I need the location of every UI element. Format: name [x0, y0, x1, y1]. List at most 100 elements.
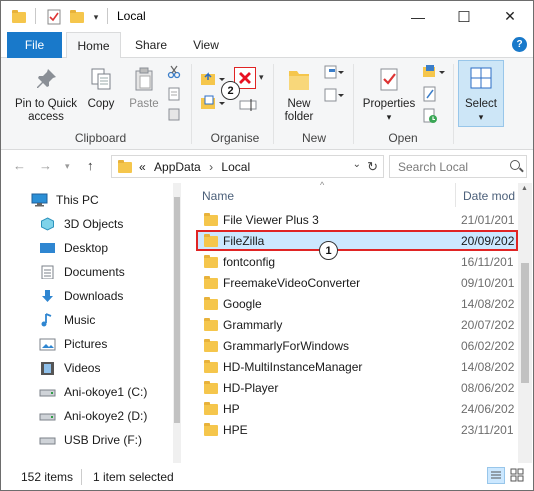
tab-file[interactable]: File [7, 32, 62, 58]
nav-pane-scrollbar[interactable] [173, 183, 181, 463]
breadcrumb-local[interactable]: Local [221, 160, 250, 174]
properties-quick-access-icon[interactable] [45, 8, 63, 26]
selection-count: 1 item selected [93, 470, 174, 484]
delete-dropdown-icon[interactable]: ▾ [259, 72, 264, 83]
folder-icon [204, 297, 218, 310]
downloads-icon [39, 289, 56, 303]
breadcrumb-appdata[interactable]: AppData [154, 160, 201, 174]
maximize-button[interactable]: ☐ [441, 1, 487, 32]
recent-locations-icon[interactable]: ▾ [65, 161, 70, 172]
pictures-icon [39, 337, 56, 351]
open-group-label: Open [388, 131, 418, 145]
refresh-icon[interactable]: ↻ [367, 159, 378, 175]
navigation-pane: This PC 3D Objects Desktop Documents Dow… [1, 183, 181, 463]
list-item[interactable]: fontconfig 16/11/201 [196, 251, 518, 272]
copy-path-icon[interactable] [167, 87, 181, 104]
nav-item-pictures[interactable]: Pictures [39, 333, 107, 355]
nav-item-music[interactable]: Music [39, 309, 95, 331]
breadcrumb-separator[interactable]: › [209, 160, 213, 174]
organise-group-label: Organise [210, 131, 260, 145]
file-list-scrollbar[interactable]: ▲ [518, 183, 532, 463]
nav-item-videos[interactable]: Videos [39, 357, 100, 379]
history-icon[interactable] [422, 108, 438, 127]
properties-button[interactable]: Properties ▾ [357, 66, 421, 124]
select-button[interactable]: Select ▾ [458, 60, 504, 127]
nav-item-downloads[interactable]: Downloads [39, 285, 123, 307]
ribbon: Pin to Quick access Copy Paste Clipboard [1, 58, 533, 150]
customize-quick-access-icon[interactable]: ▾ [89, 8, 103, 26]
new-folder-icon [289, 71, 309, 90]
close-button[interactable]: ✕ [487, 1, 533, 32]
tab-share[interactable]: Share [125, 32, 177, 58]
new-item-icon[interactable] [323, 64, 345, 83]
breadcrumb-overflow[interactable]: « [139, 160, 146, 174]
folder-icon [11, 8, 27, 26]
new-group-label: New [301, 131, 326, 145]
status-bar: 152 items 1 item selected [1, 463, 533, 490]
music-icon [39, 313, 56, 327]
paste-button[interactable]: Paste [124, 66, 164, 111]
nav-item-drive-d[interactable]: Ani-okoye2 (D:) [39, 405, 147, 427]
pin-icon [37, 69, 56, 88]
easy-access-icon[interactable] [323, 87, 345, 106]
tab-view[interactable]: View [182, 32, 230, 58]
folder-icon [204, 213, 218, 226]
file-list-scrollbar-thumb[interactable] [521, 263, 529, 383]
paste-shortcut-icon[interactable] [167, 107, 181, 124]
properties-icon [380, 68, 398, 91]
list-item[interactable]: FreemakeVideoConverter 09/10/201 [196, 272, 518, 293]
new-folder-quick-access-icon[interactable] [69, 8, 85, 26]
nav-item-usb-drive[interactable]: USB Drive (F:) [39, 429, 142, 451]
list-item[interactable]: HP 24/06/202 [196, 398, 518, 419]
search-icon [510, 160, 520, 170]
scroll-up-icon[interactable]: ▲ [521, 185, 528, 192]
large-icons-view-icon[interactable] [509, 467, 527, 484]
nav-item-documents[interactable]: Documents [39, 261, 125, 283]
folder-icon [204, 360, 218, 373]
folder-icon [204, 276, 218, 289]
cut-icon[interactable] [167, 65, 181, 82]
list-item[interactable]: HD-Player 08/06/202 [196, 377, 518, 398]
list-item[interactable]: Google 14/08/202 [196, 293, 518, 314]
edit-icon[interactable] [422, 86, 438, 105]
details-view-icon[interactable] [487, 467, 505, 484]
window-title: Local [117, 9, 146, 23]
help-icon[interactable]: ? [512, 37, 527, 52]
column-date-modified[interactable]: Date mod [463, 189, 515, 203]
folder-icon [118, 160, 132, 173]
list-item[interactable]: GrammarlyForWindows 06/02/202 [196, 335, 518, 356]
drive-icon [39, 409, 56, 423]
item-count: 152 items [21, 470, 74, 484]
folder-icon [204, 318, 218, 331]
nav-item-desktop[interactable]: Desktop [39, 237, 108, 259]
sort-ascending-icon: ^ [320, 180, 325, 190]
forward-arrow-icon[interactable]: → [39, 158, 52, 173]
search-input[interactable]: Search Local [389, 155, 527, 178]
new-folder-button[interactable]: New folder [277, 66, 321, 124]
column-name[interactable]: Name [202, 189, 234, 203]
open-icon[interactable] [422, 64, 446, 83]
rename-icon[interactable] [239, 98, 259, 115]
copy-button[interactable]: Copy [84, 66, 118, 111]
list-item[interactable]: File Viewer Plus 3 21/01/201 [196, 209, 518, 230]
up-arrow-icon[interactable]: ↑ [87, 158, 94, 173]
pin-to-quick-access-button[interactable]: Pin to Quick access [9, 66, 83, 124]
nav-pane-scrollbar-thumb[interactable] [174, 197, 180, 423]
list-item[interactable]: HPE 23/11/201 [196, 419, 518, 440]
address-bar[interactable]: « AppData › Local ⌄ ↻ [111, 155, 384, 178]
minimize-button[interactable]: — [395, 1, 441, 32]
nav-item-drive-c[interactable]: Ani-okoye1 (C:) [39, 381, 147, 403]
folder-icon [204, 402, 218, 415]
ribbon-tabs: File Home Share View ⌃ ? [1, 32, 533, 59]
nav-item-this-pc[interactable]: This PC [31, 189, 99, 211]
pc-icon [31, 193, 48, 207]
column-header: ^ Name Date mod [182, 180, 533, 207]
tab-home[interactable]: Home [66, 32, 121, 59]
back-arrow-icon[interactable]: ← [13, 158, 26, 173]
address-dropdown-icon[interactable]: ⌄ [353, 159, 361, 170]
folder-icon [204, 423, 218, 436]
list-item-selected[interactable]: FileZilla 20/09/202 [196, 230, 518, 251]
list-item[interactable]: Grammarly 20/07/202 [196, 314, 518, 335]
nav-item-3d-objects[interactable]: 3D Objects [39, 213, 123, 235]
list-item[interactable]: HD-MultiInstanceManager 14/08/202 [196, 356, 518, 377]
